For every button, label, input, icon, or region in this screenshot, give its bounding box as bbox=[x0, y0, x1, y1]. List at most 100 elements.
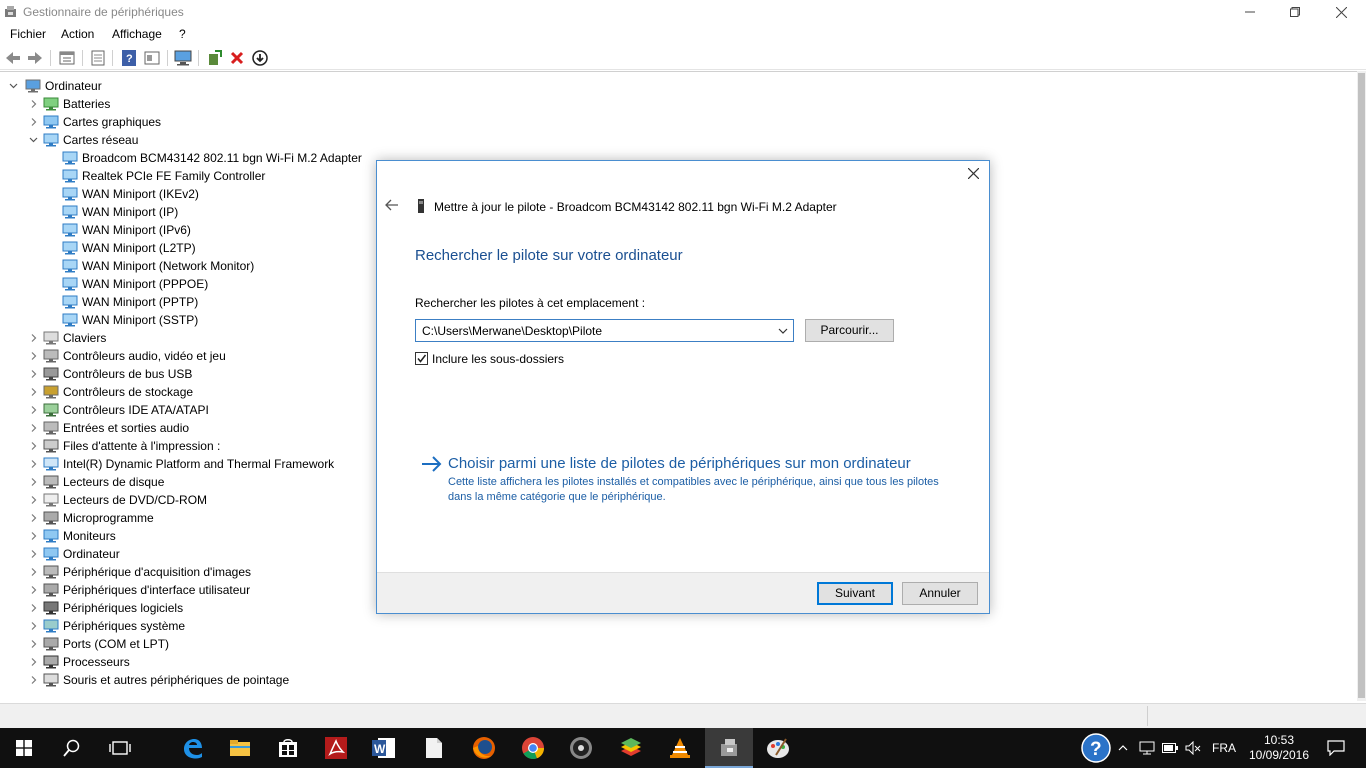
close-window-button[interactable] bbox=[1318, 0, 1364, 24]
chevron-right-icon[interactable] bbox=[28, 617, 38, 635]
cancel-button[interactable]: Annuler bbox=[902, 582, 978, 605]
svg-text:?: ? bbox=[1090, 739, 1102, 760]
right-arrow-icon[interactable] bbox=[421, 454, 443, 474]
tree-item-label: Entrées et sorties audio bbox=[63, 421, 190, 435]
start-icon[interactable] bbox=[0, 728, 48, 768]
paint-icon[interactable] bbox=[754, 728, 802, 768]
acrobat-icon[interactable] bbox=[312, 728, 360, 768]
vertical-scrollbar[interactable] bbox=[1357, 71, 1366, 701]
tree-item-label: WAN Miniport (Network Monitor) bbox=[82, 259, 255, 273]
usb-icon bbox=[43, 367, 59, 381]
tree-item[interactable]: Souris et autres périphériques de pointa… bbox=[0, 671, 700, 689]
menu-action[interactable]: Action bbox=[61, 27, 94, 41]
chevron-down-icon[interactable] bbox=[773, 320, 793, 341]
network-icon bbox=[62, 223, 78, 237]
help-icon[interactable]: ? bbox=[120, 49, 138, 67]
chevron-right-icon[interactable] bbox=[28, 401, 38, 419]
tree-item[interactable]: Processeurs bbox=[0, 653, 700, 671]
menu-affichage[interactable]: Affichage bbox=[112, 27, 162, 41]
menu-fichier[interactable]: Fichier bbox=[10, 27, 46, 41]
tree-item[interactable]: Batteries bbox=[0, 95, 700, 113]
back-arrow-icon[interactable] bbox=[385, 198, 401, 214]
clock[interactable]: 10:53 10/09/2016 bbox=[1242, 728, 1316, 768]
chevron-right-icon[interactable] bbox=[28, 509, 38, 527]
chevron-right-icon[interactable] bbox=[28, 455, 38, 473]
path-input[interactable]: C:\Users\Merwane\Desktop\Pilote bbox=[422, 324, 602, 338]
chevron-right-icon[interactable] bbox=[28, 437, 38, 455]
firefox-icon[interactable] bbox=[460, 728, 508, 768]
store-icon[interactable] bbox=[264, 728, 312, 768]
tree-item-label: Claviers bbox=[63, 331, 107, 345]
tree-item[interactable]: Périphériques système bbox=[0, 617, 700, 635]
chevron-up-icon[interactable] bbox=[1114, 728, 1132, 768]
notepad-icon[interactable] bbox=[410, 728, 458, 768]
uninstall-icon[interactable] bbox=[228, 49, 246, 67]
search-icon[interactable] bbox=[48, 728, 96, 768]
minimize-button[interactable] bbox=[1227, 0, 1273, 24]
chevron-right-icon[interactable] bbox=[28, 545, 38, 563]
chevron-right-icon[interactable] bbox=[28, 527, 38, 545]
chevron-right-icon[interactable] bbox=[28, 563, 38, 581]
chevron-right-icon[interactable] bbox=[28, 347, 38, 365]
chevron-right-icon[interactable] bbox=[28, 473, 38, 491]
chevron-right-icon[interactable] bbox=[28, 383, 38, 401]
close-dialog-button[interactable] bbox=[965, 167, 981, 183]
restore-button[interactable] bbox=[1272, 0, 1318, 24]
vlc-icon[interactable] bbox=[656, 728, 704, 768]
chevron-right-icon[interactable] bbox=[28, 419, 38, 437]
clock-time: 10:53 bbox=[1263, 733, 1295, 747]
chevron-right-icon[interactable] bbox=[28, 635, 38, 653]
media-icon[interactable] bbox=[557, 728, 605, 768]
chevron-down-icon[interactable] bbox=[8, 77, 18, 95]
network-icon bbox=[62, 151, 78, 165]
language-indicator[interactable]: FRA bbox=[1207, 728, 1241, 768]
chevron-right-icon[interactable] bbox=[28, 491, 38, 509]
tree-item-label: Batteries bbox=[63, 97, 111, 111]
file-explorer-icon[interactable] bbox=[216, 728, 264, 768]
back-arrow-icon[interactable] bbox=[4, 49, 22, 67]
chevron-right-icon[interactable] bbox=[28, 581, 38, 599]
forward-arrow-icon[interactable] bbox=[26, 49, 44, 67]
chrome-icon[interactable] bbox=[509, 728, 557, 768]
next-button[interactable]: Suivant bbox=[817, 582, 893, 605]
scan-hardware-icon[interactable] bbox=[174, 49, 192, 67]
svg-text:?: ? bbox=[126, 53, 133, 65]
tree-item[interactable]: Cartes graphiques bbox=[0, 113, 700, 131]
choose-driver-list-link[interactable]: Choisir parmi une liste de pilotes de pé… bbox=[448, 455, 911, 472]
firmware-icon bbox=[43, 511, 59, 525]
tree-item[interactable]: Ordinateur bbox=[0, 77, 700, 95]
task-view-icon[interactable] bbox=[96, 728, 144, 768]
network-tray-icon[interactable] bbox=[1137, 728, 1157, 768]
disable-icon[interactable] bbox=[251, 49, 269, 67]
chevron-down-icon[interactable] bbox=[28, 131, 38, 149]
edge-icon[interactable] bbox=[168, 728, 216, 768]
properties-icon[interactable] bbox=[58, 49, 76, 67]
include-subfolders-checkbox[interactable] bbox=[415, 352, 428, 365]
word-icon[interactable]: W bbox=[360, 728, 408, 768]
view-icon[interactable] bbox=[143, 49, 161, 67]
chevron-right-icon[interactable] bbox=[28, 113, 38, 131]
bluestacks-icon[interactable] bbox=[607, 728, 655, 768]
taskbar: W ? FRA 10:53 10/09/2016 bbox=[0, 728, 1366, 768]
path-combobox[interactable]: C:\Users\Merwane\Desktop\Pilote bbox=[415, 319, 794, 342]
chevron-right-icon[interactable] bbox=[28, 599, 38, 617]
ide-icon bbox=[43, 403, 59, 417]
device-manager-icon[interactable] bbox=[705, 728, 753, 768]
chevron-right-icon[interactable] bbox=[28, 365, 38, 383]
volume-muted-icon[interactable] bbox=[1183, 728, 1203, 768]
help-tray-icon[interactable]: ? bbox=[1078, 728, 1114, 768]
chevron-right-icon[interactable] bbox=[28, 653, 38, 671]
network-icon bbox=[62, 241, 78, 255]
tree-item[interactable]: Ports (COM et LPT) bbox=[0, 635, 700, 653]
chevron-right-icon[interactable] bbox=[28, 329, 38, 347]
browse-button[interactable]: Parcourir... bbox=[805, 319, 894, 342]
update-driver-icon[interactable] bbox=[205, 49, 223, 67]
menu-help[interactable]: ? bbox=[179, 27, 186, 41]
tree-item[interactable]: Cartes réseau bbox=[0, 131, 700, 149]
show-hide-icon[interactable] bbox=[89, 49, 107, 67]
chevron-right-icon[interactable] bbox=[28, 95, 38, 113]
battery-tray-icon[interactable] bbox=[1160, 728, 1180, 768]
chevron-right-icon[interactable] bbox=[28, 671, 38, 689]
network-icon bbox=[62, 277, 78, 291]
notifications-icon[interactable] bbox=[1318, 728, 1354, 768]
